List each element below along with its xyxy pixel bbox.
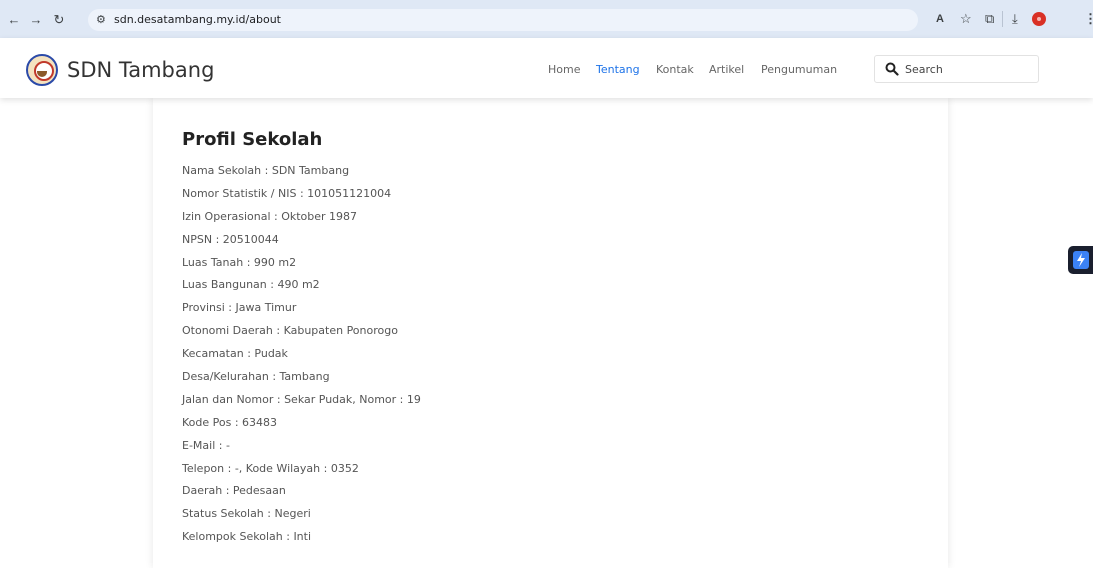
profile-item: Telepon : -, Kode Wilayah : 0352 (182, 461, 359, 475)
profile-item: Nomor Statistik / NIS : 101051121004 (182, 186, 392, 200)
nav-artikel[interactable]: Artikel (709, 63, 744, 76)
search-icon (885, 62, 899, 76)
menu-icon[interactable]: ⋮ (1084, 12, 1093, 26)
profile-item: Jalan dan Nomor : Sekar Pudak, Nomor : 1… (182, 392, 421, 406)
site-brand[interactable]: SDN Tambang (67, 58, 214, 82)
profile-item: Daerah : Pedesaan (182, 484, 286, 498)
profile-item: NPSN : 20510044 (182, 232, 279, 246)
profile-item: Desa/Kelurahan : Tambang (182, 370, 330, 384)
profile-item: Luas Tanah : 990 m2 (182, 255, 297, 269)
profile-item: E-Mail : - (182, 438, 230, 452)
translate-icon[interactable]: A (936, 12, 944, 26)
profile-item: Kecamatan : Pudak (182, 347, 288, 361)
address-bar[interactable]: ⚙ sdn.desatambang.my.id/about (88, 9, 918, 31)
profile-item: Luas Bangunan : 490 m2 (182, 278, 320, 292)
nav-kontak[interactable]: Kontak (656, 63, 694, 76)
reload-icon[interactable]: ↻ (52, 13, 66, 27)
extensions-icon[interactable]: ⧉ (985, 12, 994, 26)
profile-item: Provinsi : Jawa Timur (182, 301, 297, 315)
site-header: SDN Tambang Home Tentang Kontak Artikel … (0, 38, 1093, 98)
site-settings-icon[interactable]: ⚙ (96, 13, 106, 26)
content-card: Profil Sekolah Nama Sekolah : SDN Tamban… (153, 98, 948, 568)
nav-tentang[interactable]: Tentang (596, 63, 640, 76)
extension-float-button[interactable] (1068, 246, 1093, 274)
nav-home[interactable]: Home (548, 63, 580, 76)
forward-icon[interactable]: → (29, 13, 43, 27)
school-logo[interactable] (26, 54, 58, 86)
toolbar-divider (1002, 11, 1003, 27)
url-text[interactable]: sdn.desatambang.my.id/about (114, 13, 281, 26)
back-icon[interactable]: ← (7, 13, 21, 27)
nav-pengumuman[interactable]: Pengumuman (761, 63, 837, 76)
browser-toolbar: ← → ↻ ⚙ sdn.desatambang.my.id/about A ☆ … (0, 0, 1093, 38)
profile-item: Status Sekolah : Negeri (182, 507, 311, 521)
star-icon[interactable]: ☆ (960, 12, 972, 26)
download-icon[interactable]: ⤓ (1012, 12, 1018, 26)
profile-icon[interactable] (1032, 12, 1046, 26)
profile-item: Kelompok Sekolah : Inti (182, 530, 312, 544)
page-title: Profil Sekolah (182, 129, 323, 150)
profile-item: Izin Operasional : Oktober 1987 (182, 209, 358, 223)
lightning-icon (1073, 251, 1089, 269)
search-box[interactable] (874, 55, 1039, 83)
search-input[interactable] (905, 61, 1025, 77)
profile-item: Kode Pos : 63483 (182, 415, 278, 429)
profile-item: Nama Sekolah : SDN Tambang (182, 164, 350, 177)
profile-item: Otonomi Daerah : Kabupaten Ponorogo (182, 324, 398, 338)
profile-list: Nama Sekolah : SDN Tambang Nomor Statist… (182, 164, 421, 553)
